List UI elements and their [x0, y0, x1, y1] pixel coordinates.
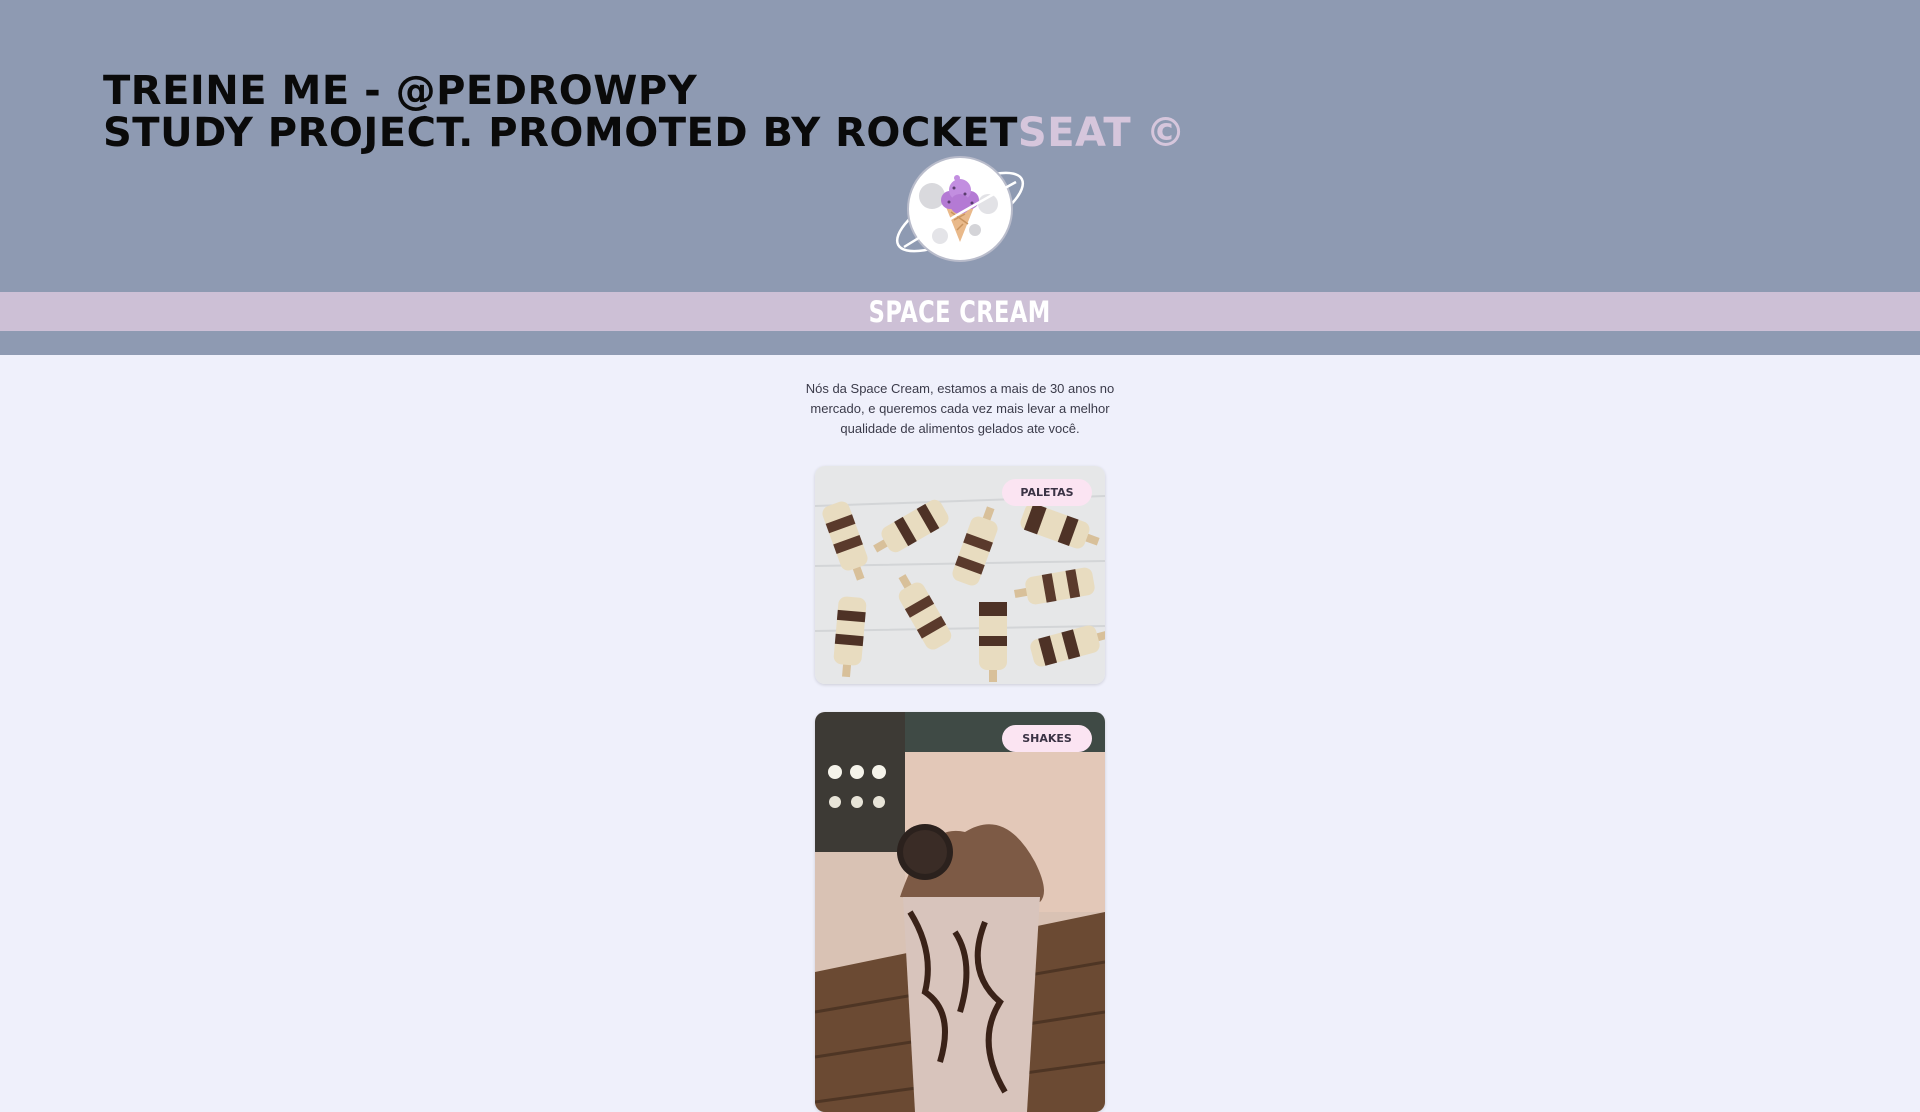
- milkshake-image: [815, 712, 1105, 1112]
- intro-text: Nós da Space Cream, estamos a mais de 30…: [805, 381, 1115, 436]
- ice-cream-planet-logo-icon: [895, 156, 1025, 262]
- paletas-tag-button[interactable]: PALETAS: [1002, 479, 1092, 506]
- headline-line-2: STUDY PROJECT. PROMOTED BY ROCKETSEAT ©: [103, 112, 1186, 154]
- product-card-shakes[interactable]: SHAKES: [815, 712, 1105, 1112]
- brand-title: SPACE CREAM: [868, 295, 1052, 329]
- product-card-paletas[interactable]: PALETAS: [815, 466, 1105, 684]
- headline-line-1: TREINE ME - @PEDROWPY: [103, 68, 698, 114]
- headline-line-2-main: STUDY PROJECT. PROMOTED BY ROCKET: [103, 110, 1018, 156]
- headline-line-2-accent: SEAT ©: [1017, 110, 1187, 156]
- brand-bar: SPACE CREAM: [0, 292, 1920, 331]
- shakes-tag-button[interactable]: SHAKES: [1002, 725, 1092, 752]
- project-headline: TREINE ME - @PEDROWPY STUDY PROJECT. PRO…: [103, 70, 1186, 154]
